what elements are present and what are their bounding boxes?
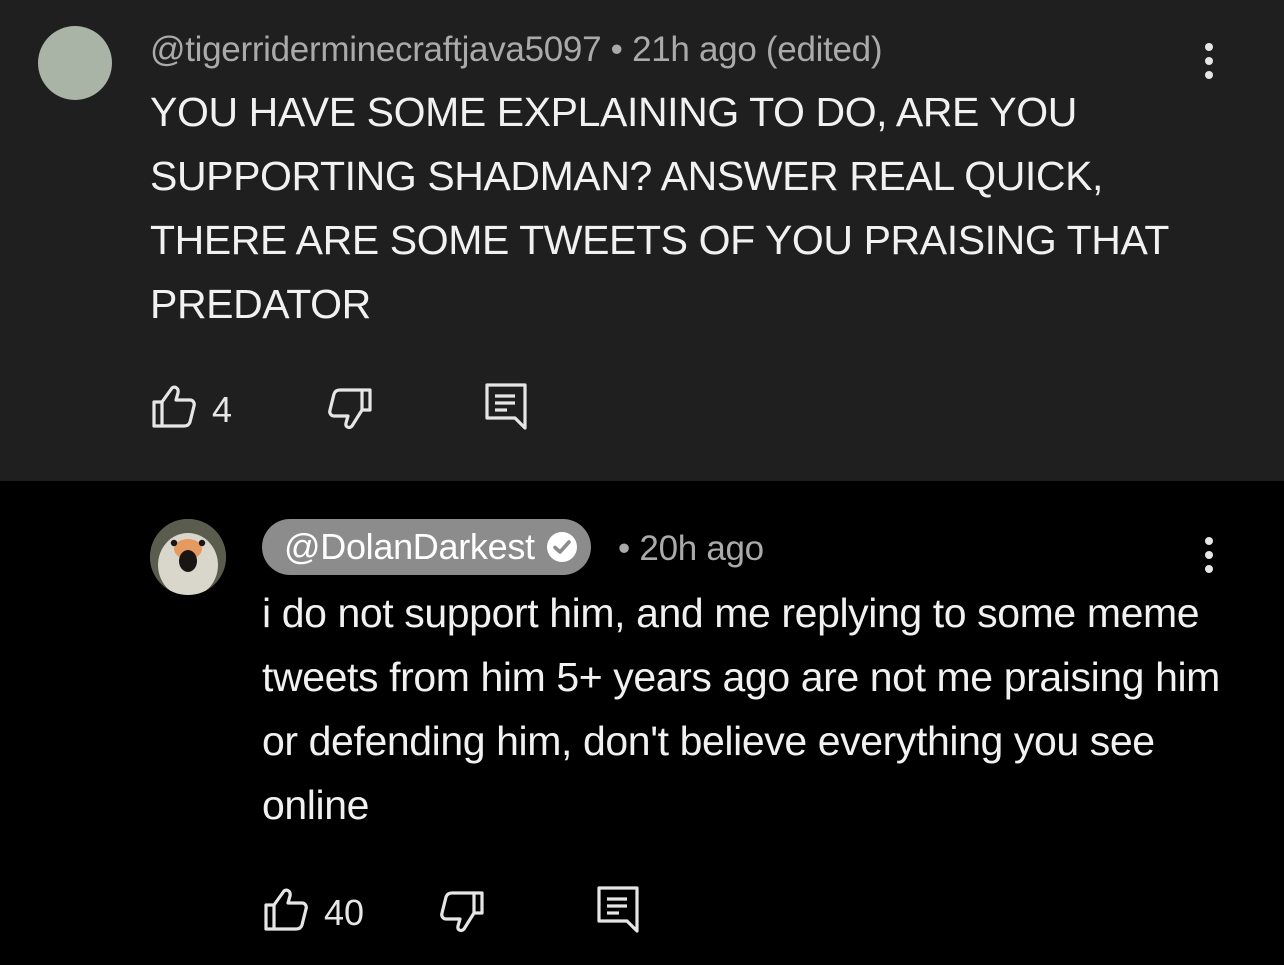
like-count: 4 [212,389,233,430]
avatar[interactable] [150,519,226,595]
comment-meta: • 20h ago [618,529,764,569]
reply-button[interactable] [484,382,528,435]
thumbs-down-icon [440,891,484,933]
comment-author-handle: @DolanDarkest [284,526,535,567]
reply-comment-icon [485,383,527,430]
comment-author-handle[interactable]: @tigerriderminecraftjava5097 [150,30,602,69]
more-vert-icon[interactable] [1204,43,1214,83]
thumbs-up-icon [152,385,196,428]
comment-text: i do not support him, and me replying to… [262,590,1220,828]
comment-meta: @tigerriderminecraftjava5097 • 21h ago (… [150,30,883,70]
comment-text: YOU HAVE SOME EXPLAINING TO DO, ARE YOU … [150,89,1169,327]
channel-owner-badge[interactable]: @DolanDarkest [262,519,591,575]
goose-avatar-image [150,519,226,595]
more-vert-icon[interactable] [1204,537,1214,577]
comment-timestamp[interactable]: 21h ago (edited) [632,30,882,69]
comment-thread-reply: @DolanDarkest • 20h ago i do not support… [0,481,1284,965]
meta-separator: • [618,529,630,568]
like-button[interactable] [150,382,198,435]
reply-button[interactable] [596,885,640,938]
verified-check-icon [546,532,577,562]
meta-separator: • [610,30,623,69]
reply-comment-icon [597,886,639,933]
comments-page: @tigerriderminecraftjava5097 • 21h ago (… [0,0,1284,965]
comment-timestamp[interactable]: 20h ago [639,529,764,568]
comment-thread-top: @tigerriderminecraftjava5097 • 21h ago (… [0,0,1284,481]
avatar[interactable] [38,26,112,100]
dislike-button[interactable] [438,889,486,942]
like-count: 40 [324,892,365,933]
thumbs-up-icon [264,888,308,931]
thumbs-down-icon [328,388,372,430]
like-button[interactable] [262,885,310,938]
dislike-button[interactable] [326,386,374,439]
